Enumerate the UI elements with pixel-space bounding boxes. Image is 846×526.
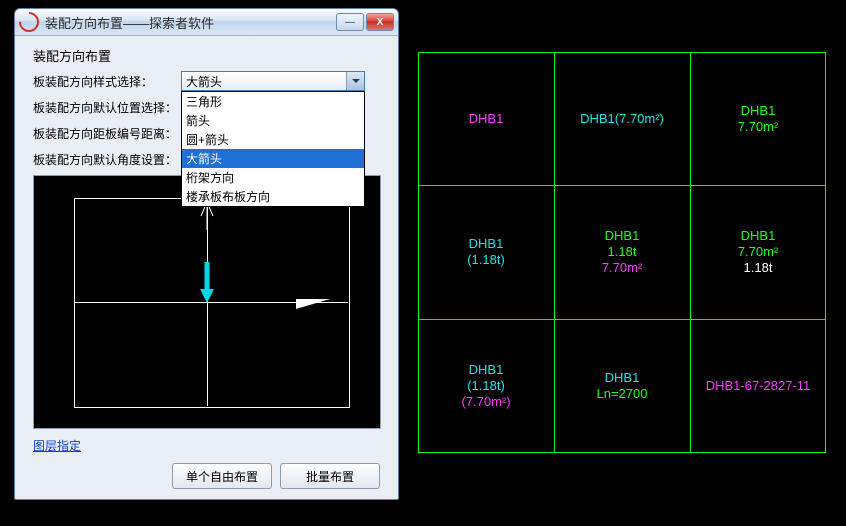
cell-2-2: DHB11.18t7.70m² — [554, 185, 690, 319]
chevron-down-icon[interactable] — [346, 72, 364, 90]
option-triangle[interactable]: 三角形 — [182, 92, 364, 111]
section-title: 装配方向布置 — [33, 46, 380, 65]
window-title: 装配方向布置——探索者软件 — [45, 13, 334, 32]
cell-3-1: DHB1(1.18t)(7.70m²) — [418, 319, 554, 453]
option-circle-arrow[interactable]: 圆+箭头 — [182, 130, 364, 149]
style-dropdown: 三角形 箭头 圆+箭头 大箭头 桁架方向 楼承板布板方向 — [181, 91, 365, 207]
cell-3-3: DHB1-67-2827-11 — [690, 319, 826, 453]
cell-1-3: DHB17.70m² — [690, 52, 826, 185]
arrow-down-icon — [200, 262, 214, 304]
close-button[interactable]: X — [366, 13, 394, 31]
single-layout-button[interactable]: 单个自由布置 — [172, 463, 272, 489]
dist-label: 板装配方向距板编号距离： — [33, 125, 181, 142]
pos-label: 板装配方向默认位置选择： — [33, 99, 181, 116]
app-icon — [15, 8, 43, 36]
option-big-arrow[interactable]: 大箭头 — [182, 149, 364, 168]
preview-canvas — [33, 175, 381, 429]
titlebar[interactable]: 装配方向布置——探索者软件 — X — [15, 9, 398, 36]
angle-label: 板装配方向默认角度设置： — [33, 151, 181, 168]
style-select[interactable]: 大箭头 三角形 箭头 圆+箭头 大箭头 桁架方向 楼承板布板方向 — [181, 71, 365, 91]
cell-1-2: DHB1(7.70m²) — [554, 52, 690, 185]
minimize-button[interactable]: — — [336, 13, 364, 31]
option-arrow[interactable]: 箭头 — [182, 111, 364, 130]
style-label: 板装配方向样式选择： — [33, 73, 181, 90]
cell-1-1: DHB1 — [418, 52, 554, 185]
cell-2-1: DHB1(1.18t) — [418, 185, 554, 319]
batch-layout-button[interactable]: 批量布置 — [280, 463, 380, 489]
cell-2-3: DHB17.70m²1.18t — [690, 185, 826, 319]
cad-viewport[interactable]: DHB1 DHB1(7.70m²) DHB17.70m² DHB1(1.18t)… — [418, 52, 826, 453]
triangle-icon — [296, 299, 330, 309]
layer-link[interactable]: 图层指定 — [33, 437, 81, 454]
option-truss[interactable]: 桁架方向 — [182, 168, 364, 187]
dialog-window: 装配方向布置——探索者软件 — X 装配方向布置 板装配方向样式选择： 大箭头 … — [14, 8, 399, 500]
style-select-value: 大箭头 — [186, 75, 222, 89]
cell-3-2: DHB1Ln=2700 — [554, 319, 690, 453]
option-floor[interactable]: 楼承板布板方向 — [182, 187, 364, 206]
